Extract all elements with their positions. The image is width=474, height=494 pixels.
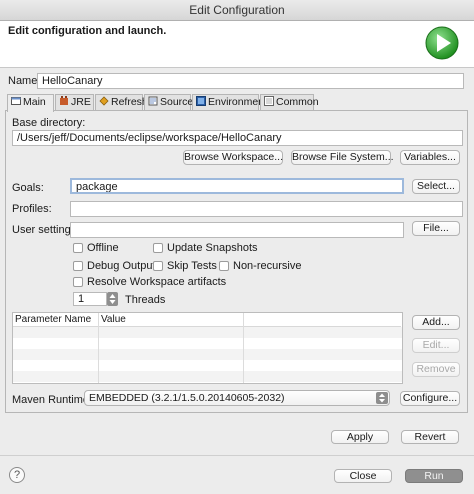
maven-runtime-value: EMBEDDED (3.2.1/1.5.0.20140605-2032) [89, 392, 285, 404]
tab-environment-label: Environment [208, 96, 267, 108]
offline-checkbox[interactable] [73, 243, 83, 253]
non-recursive-checkbox[interactable] [219, 261, 229, 271]
environment-tab-icon [196, 96, 206, 106]
common-tab-icon [264, 96, 274, 106]
table-row[interactable] [13, 338, 402, 349]
window-title: Edit Configuration [189, 3, 285, 17]
tab-source[interactable]: Source [144, 94, 194, 111]
run-launch-icon [425, 26, 459, 60]
tab-refresh-label: Refresh [111, 96, 148, 108]
main-tab-icon [11, 97, 21, 105]
variables-button[interactable]: Variables... [400, 150, 460, 165]
browse-workspace-button[interactable]: Browse Workspace... [183, 150, 283, 165]
select-button[interactable]: Select... [412, 179, 460, 194]
goals-label: Goals: [12, 182, 44, 194]
user-settings-field[interactable] [70, 222, 404, 238]
remove-parameter-button[interactable]: Remove [412, 362, 460, 377]
skip-tests-label: Skip Tests [167, 260, 217, 272]
column-header-value[interactable]: Value [99, 313, 401, 327]
select-arrows-icon [379, 393, 385, 403]
jre-tab-icon [60, 96, 68, 105]
column-divider [98, 313, 99, 383]
tab-main-label: Main [23, 96, 46, 108]
table-row[interactable] [13, 371, 402, 382]
goals-field[interactable]: package [70, 178, 404, 194]
tab-jre-label: JRE [71, 96, 91, 108]
footer-divider [0, 455, 474, 456]
tab-jre[interactable]: JRE [55, 94, 94, 111]
help-icon[interactable]: ? [9, 467, 25, 483]
refresh-tab-icon [99, 96, 109, 106]
close-button[interactable]: Close [334, 469, 392, 483]
column-divider [243, 313, 244, 383]
stepper-arrows-icon [109, 294, 116, 304]
threads-label: Threads [125, 294, 166, 306]
tab-environment[interactable]: Environment [192, 94, 267, 111]
resolve-workspace-checkbox[interactable] [73, 277, 83, 287]
non-recursive-label: Non-recursive [233, 260, 302, 272]
source-tab-icon [148, 96, 158, 106]
base-directory-field[interactable]: /Users/jeff/Documents/eclipse/workspace/… [12, 130, 463, 146]
debug-output-label: Debug Output [87, 260, 156, 272]
select-arrows [376, 392, 388, 404]
run-button[interactable]: Run [405, 469, 463, 483]
table-row[interactable] [13, 327, 402, 338]
configure-button[interactable]: Configure... [400, 391, 460, 406]
edit-parameter-button[interactable]: Edit... [412, 338, 460, 353]
table-row[interactable] [13, 360, 402, 371]
tab-source-label: Source [160, 96, 194, 108]
tab-common[interactable]: Common [260, 94, 319, 111]
base-directory-label: Base directory: [12, 117, 86, 129]
update-snapshots-checkbox[interactable] [153, 243, 163, 253]
tab-main[interactable]: Main [7, 94, 54, 112]
profiles-field[interactable] [70, 201, 463, 217]
maven-runtime-label: Maven Runtime: [12, 394, 93, 406]
revert-button[interactable]: Revert [401, 430, 459, 444]
dialog-header: Edit configuration and launch. [0, 21, 474, 68]
offline-label: Offline [87, 242, 119, 254]
name-field[interactable]: HelloCanary [37, 73, 464, 89]
resolve-workspace-label: Resolve Workspace artifacts [87, 276, 227, 288]
add-parameter-button[interactable]: Add... [412, 315, 460, 330]
parameter-table[interactable]: Parameter Name Value [12, 312, 403, 384]
apply-button[interactable]: Apply [331, 430, 389, 444]
update-snapshots-label: Update Snapshots [167, 242, 258, 254]
tab-common-label: Common [276, 96, 319, 108]
threads-field[interactable]: 1 [73, 292, 107, 306]
header-title: Edit configuration and launch. [8, 25, 167, 37]
threads-stepper[interactable] [107, 292, 118, 306]
window-title-bar: Edit Configuration [0, 0, 474, 21]
debug-output-checkbox[interactable] [73, 261, 83, 271]
profiles-label: Profiles: [12, 203, 52, 215]
file-button[interactable]: File... [412, 221, 460, 236]
column-header-parameter-name[interactable]: Parameter Name [13, 313, 99, 327]
maven-runtime-select[interactable]: EMBEDDED (3.2.1/1.5.0.20140605-2032) [84, 390, 390, 406]
table-row[interactable] [13, 349, 402, 360]
tab-refresh[interactable]: Refresh [95, 94, 148, 111]
skip-tests-checkbox[interactable] [153, 261, 163, 271]
name-label: Name: [8, 75, 41, 87]
browse-file-system-button[interactable]: Browse File System... [291, 150, 394, 165]
